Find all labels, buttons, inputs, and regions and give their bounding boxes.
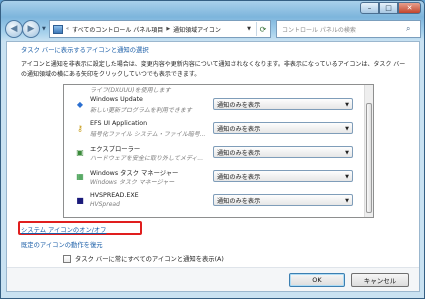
behavior-select[interactable]: 通知のみを表示 ▼ bbox=[213, 170, 353, 182]
behavior-select-value: 通知のみを表示 bbox=[217, 173, 261, 181]
chevron-down-icon: ▼ bbox=[345, 174, 349, 180]
list-scrollbar[interactable] bbox=[364, 85, 373, 217]
notification-icon-list[interactable]: ライフ(DXUUU)を使用します ◆ Windows Update 新しい更新プ… bbox=[63, 84, 374, 218]
system-icons-link[interactable]: システム アイコンのオン/オフ bbox=[21, 225, 106, 234]
search-input[interactable]: コントロール パネルの検索 ⌕ bbox=[276, 20, 421, 38]
breadcrumb-separator-icon[interactable]: ▶ bbox=[166, 26, 170, 32]
list-item-subtitle: ハードウェアを安全に取り外してメディ... bbox=[90, 155, 204, 162]
ok-button[interactable]: OK bbox=[289, 273, 345, 287]
hvspread-icon: ■ bbox=[76, 195, 84, 205]
list-item-name: HVSPREAD.EXE bbox=[90, 192, 139, 199]
behavior-select[interactable]: 通知のみを表示 ▼ bbox=[213, 146, 353, 158]
list-item: ▣ エクスプローラー ハードウェアを安全に取り外してメディ... 通知のみを表示… bbox=[64, 144, 366, 164]
usb-device-icon: ▣ bbox=[76, 147, 84, 157]
back-button[interactable]: ◀ bbox=[5, 20, 23, 38]
control-panel-icon bbox=[53, 24, 63, 34]
behavior-select[interactable]: 通知のみを表示 ▼ bbox=[213, 194, 353, 206]
list-item: ◆ Windows Update 新しい更新プログラムを利用できます 通知のみを… bbox=[64, 96, 366, 116]
restore-defaults-link[interactable]: 既定のアイコンの動作を復元 bbox=[21, 240, 103, 249]
behavior-select[interactable]: 通知のみを表示 ▼ bbox=[213, 122, 353, 134]
dialog-footer: OK キャンセル bbox=[7, 267, 419, 291]
page-title: タスク バーに表示するアイコンと通知の選択 bbox=[21, 47, 149, 54]
navigation-bar: ◀ ▶ ▼ « すべてのコントロール パネル項目 ▶ 通知領域アイコン ▼ ⟳ … bbox=[1, 19, 424, 41]
chevron-down-icon: ▼ bbox=[345, 126, 349, 132]
close-icon: ✕ bbox=[406, 4, 413, 12]
behavior-select-value: 通知のみを表示 bbox=[217, 197, 261, 205]
list-item-subtitle: 新しい更新プログラムを利用できます bbox=[90, 107, 192, 114]
task-manager-icon: ▦ bbox=[76, 171, 84, 181]
breadcrumb-item-all-control-panel[interactable]: すべてのコントロール パネル項目 bbox=[72, 25, 163, 34]
recent-pages-dropdown[interactable]: ▼ bbox=[42, 26, 48, 32]
refresh-icon[interactable]: ⟳ bbox=[256, 22, 269, 36]
behavior-select-value: 通知のみを表示 bbox=[217, 149, 261, 157]
list-item-name: Windows タスク マネージャー bbox=[90, 170, 179, 177]
behavior-select[interactable]: 通知のみを表示 ▼ bbox=[213, 98, 353, 110]
list-item-subtitle: Windows タスク マネージャー bbox=[90, 179, 175, 186]
forward-arrow-icon: ▶ bbox=[27, 24, 35, 34]
maximize-icon: □ bbox=[385, 4, 392, 12]
maximize-button[interactable]: □ bbox=[379, 2, 398, 14]
address-bar[interactable]: « すべてのコントロール パネル項目 ▶ 通知領域アイコン ▼ ⟳ bbox=[49, 20, 271, 38]
address-bar-controls: ▼ ⟳ bbox=[244, 22, 269, 36]
chevron-down-icon: ▼ bbox=[345, 198, 349, 204]
show-all-icons-label[interactable]: タスク バーに常にすべてのアイコンと通知を表示(A) bbox=[75, 254, 224, 263]
list-item: ▦ Windows タスク マネージャー Windows タスク マネージャー … bbox=[64, 168, 366, 188]
content-pane: タスク バーに表示するアイコンと通知の選択 アイコンと通知を非表示に設定した場合… bbox=[6, 41, 420, 292]
list-item-name: エクスプローラー bbox=[90, 146, 141, 153]
minimize-icon: – bbox=[367, 4, 372, 12]
shield-icon: ◆ bbox=[76, 99, 84, 109]
forward-button[interactable]: ▶ bbox=[22, 20, 40, 38]
window: – □ ✕ ◀ ▶ ▼ « すべてのコントロール パネル項目 ▶ 通知領域アイコ… bbox=[0, 0, 425, 299]
breadcrumb-separator-icon[interactable]: « bbox=[66, 26, 69, 32]
key-icon: ⚷ bbox=[77, 123, 83, 133]
list-item-name: EFS UI Application bbox=[90, 120, 148, 127]
search-placeholder: コントロール パネルの検索 bbox=[282, 26, 356, 34]
breadcrumb-item-notification-icons[interactable]: 通知領域アイコン bbox=[173, 25, 221, 34]
list-item-partial-text: ライフ(DXUUU)を使用します bbox=[90, 87, 171, 94]
back-arrow-icon: ◀ bbox=[10, 24, 18, 34]
list-item-subtitle: HVSpread bbox=[90, 201, 120, 208]
behavior-select-value: 通知のみを表示 bbox=[217, 125, 261, 133]
show-all-icons-option[interactable]: タスク バーに常にすべてのアイコンと通知を表示(A) bbox=[63, 254, 224, 263]
title-bar: – □ ✕ bbox=[1, 1, 424, 19]
chevron-down-icon: ▼ bbox=[345, 102, 349, 108]
list-item: ⚷ EFS UI Application 暗号化ファイル システム・ファイル暗号… bbox=[64, 120, 366, 140]
address-dropdown-icon[interactable]: ▼ bbox=[244, 26, 254, 32]
behavior-select-value: 通知のみを表示 bbox=[217, 101, 261, 109]
search-icon[interactable]: ⌕ bbox=[406, 24, 416, 34]
list-item-name: Windows Update bbox=[90, 96, 143, 103]
scrollbar-thumb[interactable] bbox=[366, 103, 372, 213]
list-item-subtitle: 暗号化ファイル システム・ファイル暗号... bbox=[90, 131, 206, 138]
close-button[interactable]: ✕ bbox=[398, 2, 421, 14]
minimize-button[interactable]: – bbox=[360, 2, 379, 14]
chevron-down-icon: ▼ bbox=[345, 150, 349, 156]
list-item: ■ HVSPREAD.EXE HVSpread 通知のみを表示 ▼ bbox=[64, 192, 366, 212]
page-description: アイコンと通知を非表示に設定した場合は、変更内容や更新内容について通知されなくな… bbox=[21, 61, 406, 78]
show-all-icons-checkbox[interactable] bbox=[63, 254, 71, 263]
cancel-button[interactable]: キャンセル bbox=[351, 273, 409, 287]
